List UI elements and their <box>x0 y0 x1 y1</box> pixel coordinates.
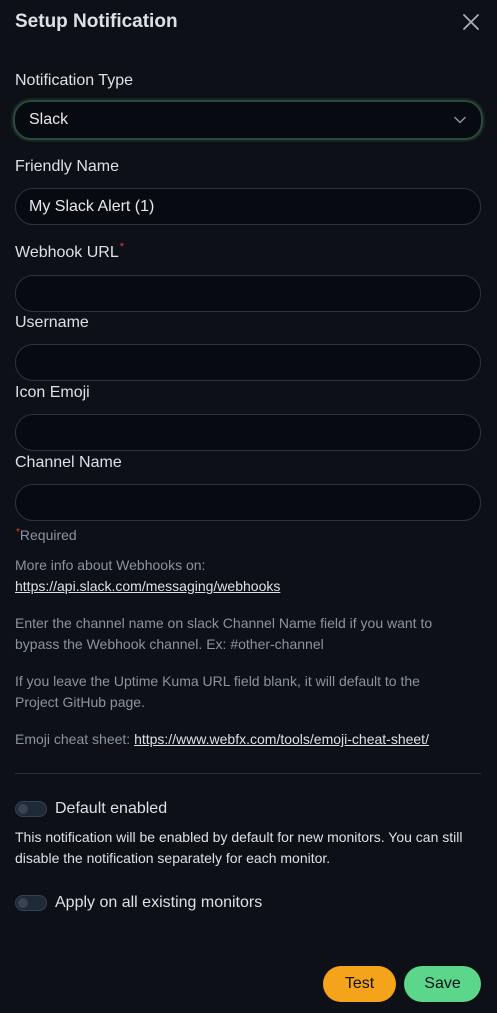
icon-emoji-input[interactable] <box>15 414 481 451</box>
notification-type-value: Slack <box>29 111 69 128</box>
channel-name-label: Channel Name <box>15 454 122 471</box>
webhooks-info: More info about Webhooks on: https://api… <box>15 555 280 597</box>
save-button[interactable]: Save <box>404 966 481 1002</box>
webhook-url-input[interactable] <box>15 275 481 312</box>
chevron-down-icon <box>453 113 467 127</box>
default-enabled-label: Default enabled <box>55 800 168 817</box>
webhooks-link[interactable]: https://api.slack.com/messaging/webhooks <box>15 578 280 594</box>
required-note-star: * <box>16 527 20 538</box>
username-input[interactable] <box>15 344 481 381</box>
notification-type-select[interactable]: Slack <box>13 100 483 140</box>
test-button[interactable]: Test <box>323 966 396 1002</box>
icon-emoji-label: Icon Emoji <box>15 384 90 401</box>
apply-existing-label: Apply on all existing monitors <box>55 894 263 911</box>
required-note-text: Required <box>19 527 77 543</box>
webhooks-info-text: More info about Webhooks on: <box>15 557 206 573</box>
required-star: * <box>119 241 125 253</box>
close-button[interactable] <box>460 11 482 33</box>
channel-hint: Enter the channel name on slack Channel … <box>15 615 433 652</box>
uptime-hint: If you leave the Uptime Kuma URL field b… <box>15 673 420 710</box>
dialog-header: Setup Notification <box>15 9 482 35</box>
friendly-name-input[interactable] <box>15 188 481 225</box>
setup-notification-dialog: Setup Notification Notification Type Sla… <box>0 0 497 1013</box>
emoji-info: Emoji cheat sheet: https://www.webfx.com… <box>15 729 429 750</box>
apply-existing-row: Apply on all existing monitors <box>15 894 262 912</box>
default-enabled-toggle[interactable] <box>15 801 47 817</box>
webhook-url-label: Webhook URL* <box>15 241 125 264</box>
webhook-url-label-text: Webhook URL <box>15 244 119 261</box>
default-enabled-description: This notification will be enabled by def… <box>15 829 463 866</box>
apply-existing-toggle[interactable] <box>15 895 47 911</box>
divider <box>15 773 481 774</box>
dialog-title: Setup Notification <box>15 11 178 32</box>
channel-name-input[interactable] <box>15 484 481 521</box>
friendly-name-label: Friendly Name <box>15 158 120 175</box>
close-icon <box>463 14 479 30</box>
emoji-cheat-sheet-link[interactable]: https://www.webfx.com/tools/emoji-cheat-… <box>134 731 429 747</box>
emoji-info-text: Emoji cheat sheet: <box>15 731 135 747</box>
username-label: Username <box>15 314 89 331</box>
required-note: *Required <box>15 527 77 543</box>
notification-type-label: Notification Type <box>15 72 133 89</box>
default-enabled-row: Default enabled <box>15 800 167 818</box>
